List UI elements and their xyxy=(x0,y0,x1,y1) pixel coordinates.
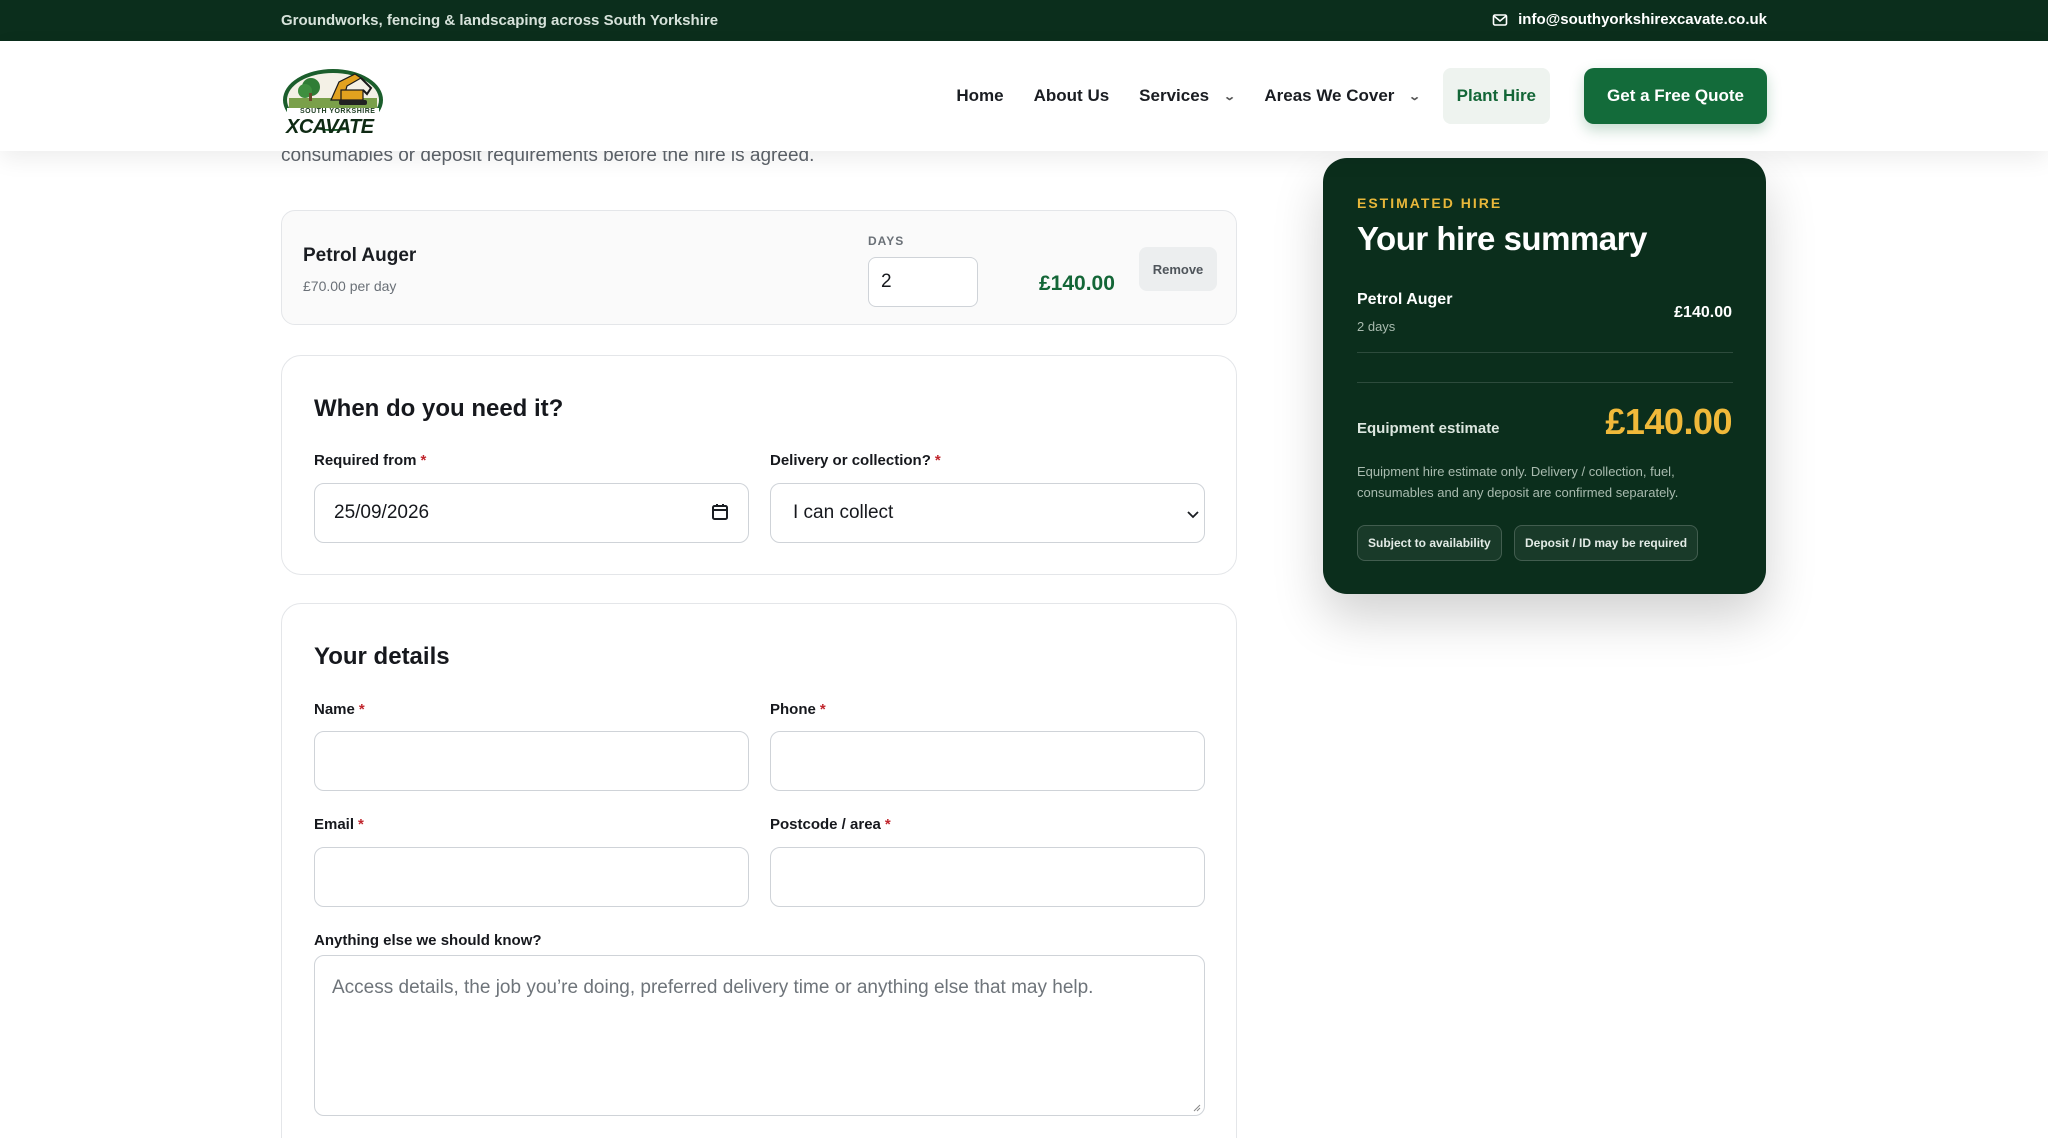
email-label-text: Email xyxy=(314,816,355,833)
resize-grip-icon[interactable] xyxy=(1191,1102,1201,1112)
hire-item-rate: £70.00 per day xyxy=(303,278,397,294)
deposit-badge: Deposit / ID may be required xyxy=(1514,525,1699,561)
top-bar: Groundworks, fencing & landscaping acros… xyxy=(0,0,2048,41)
details-title: Your details xyxy=(314,643,450,670)
summary-title: Your hire summary xyxy=(1357,220,1647,257)
name-label-text: Name xyxy=(314,701,355,718)
when-card: When do you need it? Required from * 25/0… xyxy=(281,355,1237,575)
name-input[interactable] xyxy=(314,731,749,791)
estimate-label: Equipment estimate xyxy=(1357,420,1500,437)
hire-item-card: Petrol Auger £70.00 per day DAYS £140.00… xyxy=(281,210,1237,325)
main-nav: Home About Us Services ⌄ Areas We Cover … xyxy=(941,68,1767,124)
envelope-icon xyxy=(1492,13,1508,26)
required-marker: * xyxy=(884,816,891,833)
estimate-total: £140.00 xyxy=(1605,401,1732,442)
postcode-label: Postcode / area * xyxy=(770,816,891,833)
summary-line-days: 2 days xyxy=(1357,319,1396,334)
summary-eyebrow: ESTIMATED HIRE xyxy=(1357,195,1503,211)
summary-line-price: £140.00 xyxy=(1674,304,1732,321)
get-quote-button[interactable]: Get a Free Quote xyxy=(1584,68,1767,124)
postcode-input[interactable] xyxy=(770,847,1205,907)
postcode-label-text: Postcode / area xyxy=(770,816,881,833)
required-marker: * xyxy=(420,452,427,469)
phone-label-text: Phone xyxy=(770,701,816,718)
days-input[interactable] xyxy=(868,257,978,307)
availability-badge: Subject to availability xyxy=(1357,525,1502,561)
delivery-label: Delivery or collection? * xyxy=(770,452,941,469)
days-label: DAYS xyxy=(868,234,905,248)
chevron-down-icon: ⌄ xyxy=(1408,90,1422,103)
remove-item-button[interactable]: Remove xyxy=(1139,247,1217,291)
hire-summary-panel: ESTIMATED HIRE Your hire summary Petrol … xyxy=(1323,158,1766,594)
site-header: SOUTH YORKSHIRE XCAVATE Home About Us Se… xyxy=(0,41,2048,151)
tagline: Groundworks, fencing & landscaping acros… xyxy=(281,12,719,29)
nav-plant-hire[interactable]: Plant Hire xyxy=(1442,68,1551,124)
summary-line-name: Petrol Auger xyxy=(1357,291,1453,308)
logo-text-top: SOUTH YORKSHIRE xyxy=(300,108,376,115)
required-from-date-input[interactable]: 25/09/2026 xyxy=(314,483,749,543)
summary-divider xyxy=(1357,352,1733,353)
calendar-icon[interactable] xyxy=(710,502,730,522)
delivery-selected-value: I can collect xyxy=(793,502,894,523)
delivery-select[interactable]: I can collect xyxy=(770,483,1205,543)
nav-about[interactable]: About Us xyxy=(1019,68,1125,124)
required-marker: * xyxy=(358,816,364,833)
chevron-down-icon xyxy=(1187,511,1199,519)
chevron-down-icon: ⌄ xyxy=(1223,90,1237,103)
hire-item-name: Petrol Auger xyxy=(303,245,417,266)
email-label: Email * xyxy=(314,816,364,833)
summary-divider xyxy=(1357,382,1733,383)
summary-note: Equipment hire estimate only. Delivery /… xyxy=(1357,464,1679,500)
logo-text-main: XCAVATE xyxy=(286,116,374,138)
nav-areas-label: Areas We Cover xyxy=(1264,86,1395,105)
required-from-label: Required from * xyxy=(314,452,426,469)
when-title: When do you need it? xyxy=(314,395,564,422)
details-card: Your details Name * Phone * Email * Postcod… xyxy=(281,603,1237,1138)
phone-input[interactable] xyxy=(770,731,1205,791)
notes-textarea[interactable]: Access details, the job you’re doing, pr… xyxy=(314,955,1205,1116)
delivery-label-text: Delivery or collection? xyxy=(770,452,931,469)
required-from-value: 25/09/2026 xyxy=(334,502,430,523)
nav-home[interactable]: Home xyxy=(941,68,1018,124)
nav-services-label: Services xyxy=(1139,86,1210,105)
hire-item-price: £140.00 xyxy=(1039,272,1115,295)
name-label: Name * xyxy=(314,701,365,718)
email-input[interactable] xyxy=(314,847,749,907)
nav-areas[interactable]: Areas We Cover ⌄ xyxy=(1249,68,1434,124)
required-marker: * xyxy=(819,701,826,718)
notes-placeholder: Access details, the job you’re doing, pr… xyxy=(332,977,1094,998)
phone-label: Phone * xyxy=(770,701,826,718)
required-from-label-text: Required from xyxy=(314,452,417,469)
required-marker: * xyxy=(934,452,941,469)
notes-label: Anything else we should know? xyxy=(314,932,542,949)
contact-email-link[interactable]: info@southyorkshirexcavate.co.uk xyxy=(1492,11,1767,28)
required-marker: * xyxy=(358,701,365,718)
nav-services[interactable]: Services ⌄ xyxy=(1124,68,1249,124)
contact-email: info@southyorkshirexcavate.co.uk xyxy=(1518,11,1767,28)
